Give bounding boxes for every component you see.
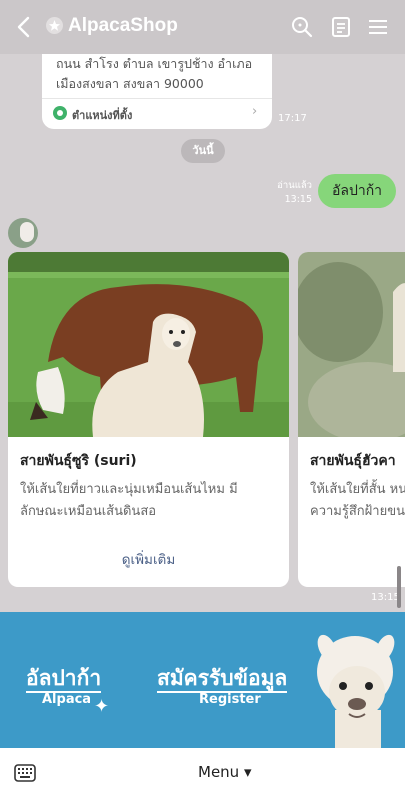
card-title: สายพันธุ์ซูริ (suri) [20,453,137,469]
card-title: สายพันธุ์ฮัวคา [310,453,396,469]
carousel-card[interactable]: สายพันธุ์ซูริ (suri) ให้เส้นใยที่ยาวและน… [8,252,289,587]
alpaca-photo [298,252,405,437]
register-menu-label[interactable]: สมัครรับข้อมูล [157,666,288,693]
alpaca-photo [8,252,289,437]
read-receipt: อ่านแล้ว 13:15 [270,179,312,207]
carousel-card[interactable]: สายพันธุ์ฮัวคา ให้เส้นใยที่สั้น หน ความร… [298,252,405,587]
rich-menu-banner[interactable]: อัลปาก้า Alpaca ✦ สมัครรับข้อมูล Registe… [0,612,405,748]
back-icon[interactable] [12,14,38,40]
chat-area[interactable]: ถนน สำโรง ตำบล เขารูปช้าง อำเภอเมืองสงขล… [0,54,405,612]
chat-title: AlpacaShop [68,15,178,36]
alpaca-menu-label[interactable]: อัลปาก้า [26,666,102,693]
location-message[interactable]: ถนน สำโรง ตำบล เขารูปช้าง อำเภอเมืองสงขล… [42,54,272,129]
notes-icon[interactable] [329,15,353,39]
card-description: ให้เส้นใยที่ยาวและนุ่มเหมือนเส้นไหม มีลั… [20,482,238,519]
scrollbar[interactable] [397,566,401,608]
keyboard-icon[interactable] [14,764,36,782]
sparkle-icon: ✦ [94,696,110,717]
bottom-bar: Menu ▾ [0,748,405,800]
star-icon[interactable] [46,17,63,34]
register-menu-sublabel: Register [199,692,261,707]
search-icon[interactable] [290,15,314,39]
read-label: อ่านแล้ว [277,180,312,191]
see-more-link[interactable]: ดูเพิ่มเติม [8,548,289,570]
location-link[interactable]: ตำแหน่งที่ตั้ง [72,106,132,124]
alpaca-menu-sublabel: Alpaca [42,692,92,707]
avatar[interactable] [8,218,38,248]
alpaca-illustration [317,634,395,748]
my-message-bubble[interactable]: อัลปาก้า [318,174,396,208]
chevron-right-icon: › [252,104,258,119]
date-separator: วันนี้ [181,139,225,163]
hamburger-menu-icon[interactable] [366,15,390,39]
location-address: ถนน สำโรง ตำบล เขารูปช้าง อำเภอเมืองสงขล… [56,56,253,91]
divider [42,98,272,99]
chat-header: AlpacaShop [0,0,405,54]
message-time: 13:15 [284,194,312,205]
message-time: 17:17 [278,113,307,124]
message-time: 13:15 [371,592,400,603]
menu-toggle[interactable]: Menu ▾ [198,763,251,781]
map-pin-icon [53,106,67,120]
card-description: ให้เส้นใยที่สั้น หน ความรู้สึกฝ้ายขน [310,482,405,519]
